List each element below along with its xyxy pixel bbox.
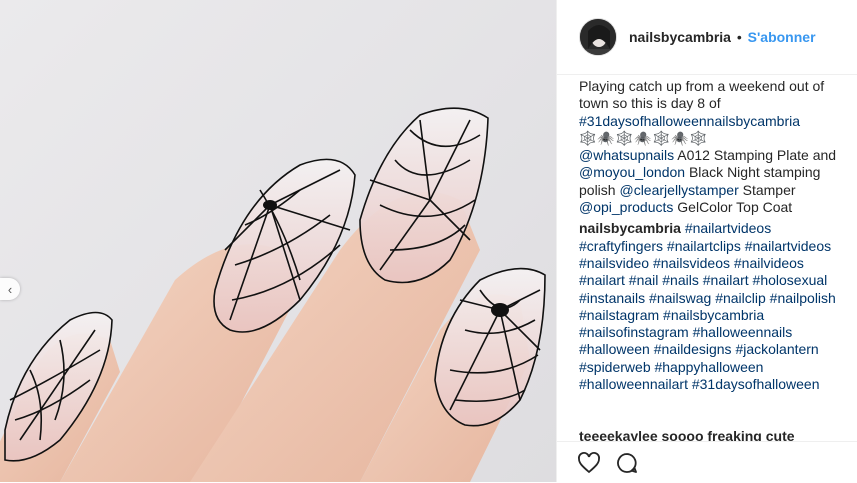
header-username[interactable]: nailsbycambria xyxy=(629,29,731,45)
mention-moyou[interactable]: @moyou_london xyxy=(579,164,685,180)
comment: nailsbycambria #nailartvideos #craftyfin… xyxy=(579,220,849,393)
post-sidebar: nailsbycambria • S'abonner Playing catch… xyxy=(557,0,857,483)
comment-hashtags[interactable]: #nailartvideos #craftyfingers #nailartcl… xyxy=(579,220,836,392)
post-image: ‹ xyxy=(0,0,556,482)
comment-icon xyxy=(617,453,637,473)
caption-text-4: GelColor Top Coat xyxy=(673,199,793,216)
action-bar xyxy=(557,441,857,483)
mention-opi[interactable]: @opi_products xyxy=(579,199,673,215)
mention-whatsupnails[interactable]: @whatsupnails xyxy=(579,147,674,163)
comments-area: Playing catch up from a weekend out of t… xyxy=(579,78,849,438)
chevron-left-icon: ‹ xyxy=(7,281,13,297)
caption-text-1: A012 Stamping Plate and xyxy=(674,147,837,164)
avatar[interactable] xyxy=(579,18,617,56)
heart-icon xyxy=(578,452,600,474)
comment-button[interactable] xyxy=(615,451,639,475)
comment-username[interactable]: nailsbycambria xyxy=(579,220,681,236)
caption-hashtag[interactable]: #31daysofhalloweennailsbycambria xyxy=(579,113,800,129)
post-header: nailsbycambria • S'abonner xyxy=(557,0,857,75)
like-button[interactable] xyxy=(577,451,601,475)
caption: Playing catch up from a weekend out of t… xyxy=(579,78,849,216)
separator-dot: • xyxy=(736,29,742,45)
caption-emoji: 🕸️🕷️🕸️🕷️🕸️🕷️🕸️ xyxy=(579,129,709,146)
caption-text: Playing catch up from a weekend out of t… xyxy=(579,78,825,112)
caption-text-3: Stamper xyxy=(738,181,796,198)
follow-button[interactable]: S'abonner xyxy=(748,29,816,45)
mention-clearjellystamper[interactable]: @clearjellystamper xyxy=(619,182,738,198)
nail-art-photo xyxy=(0,107,546,482)
